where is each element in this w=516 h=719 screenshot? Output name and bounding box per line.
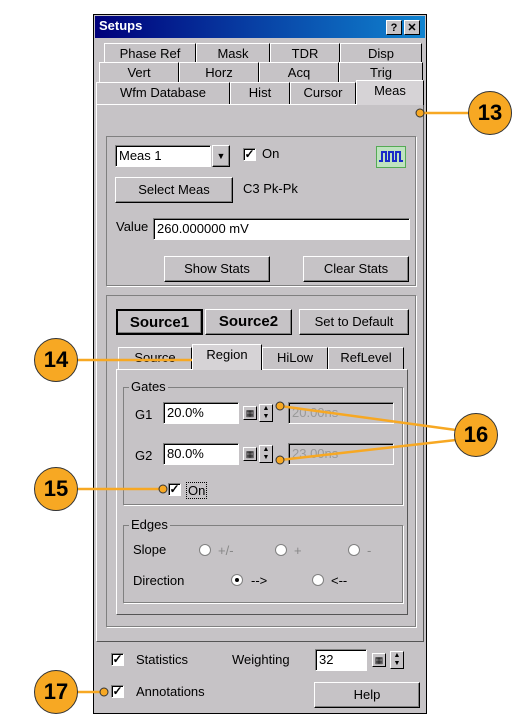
callout-14: 14 <box>34 338 78 382</box>
tab-region[interactable]: Region <box>192 344 262 370</box>
callout-13: 13 <box>468 91 512 135</box>
callout-16: 16 <box>454 413 498 457</box>
tab-meas[interactable]: Meas <box>356 80 424 105</box>
callout-17: 17 <box>34 670 78 714</box>
callout-15: 15 <box>34 467 78 511</box>
